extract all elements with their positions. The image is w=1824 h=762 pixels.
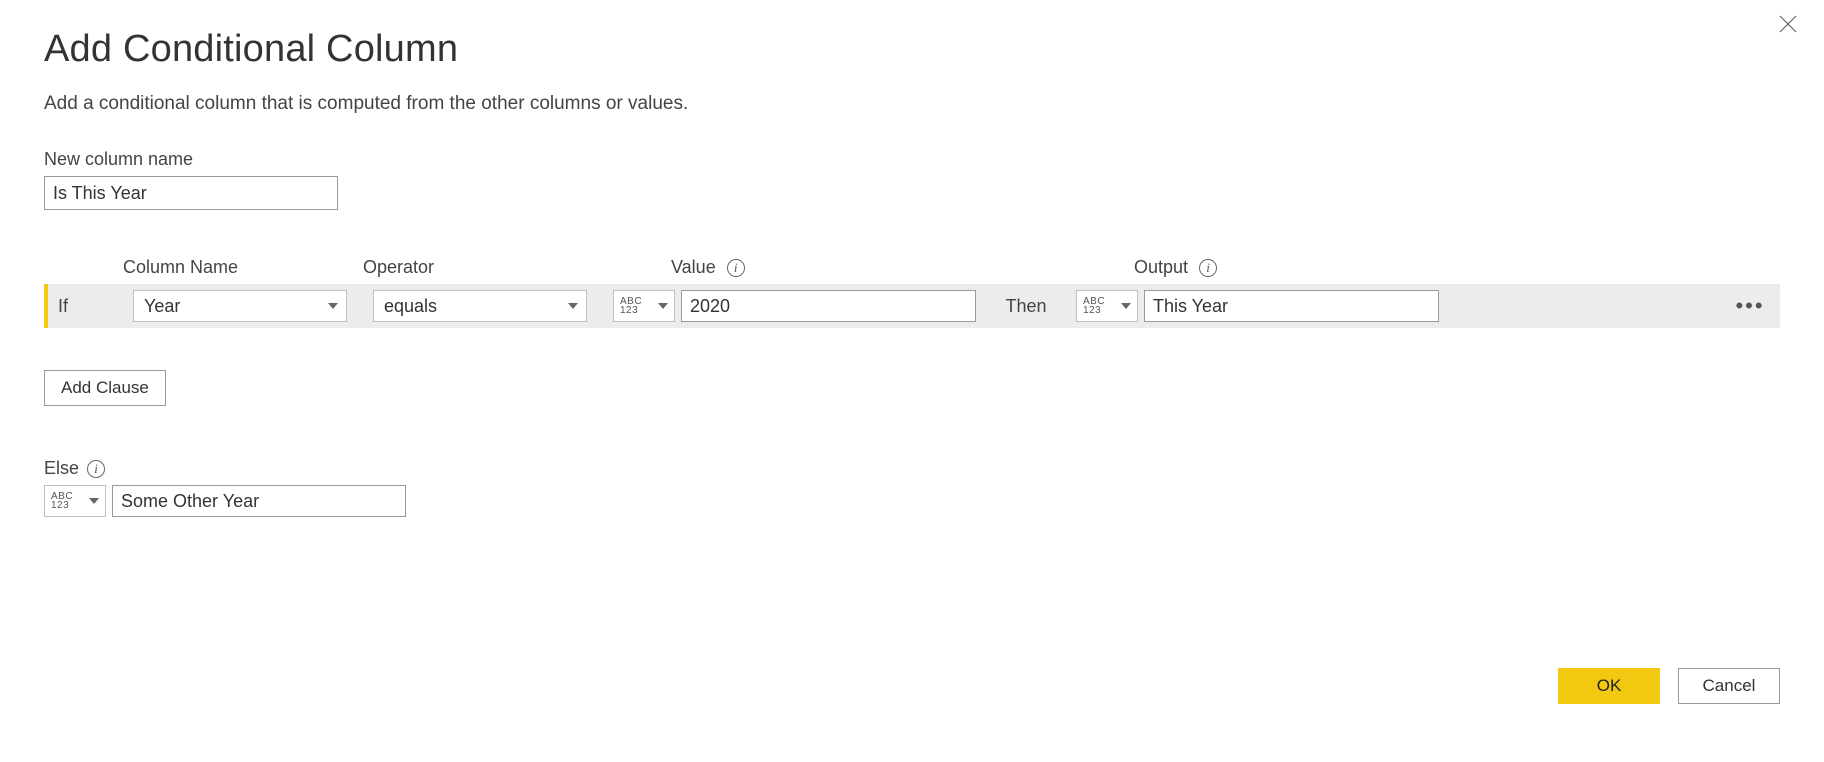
chevron-down-icon — [328, 303, 338, 309]
ok-button[interactable]: OK — [1558, 668, 1660, 704]
header-output-text: Output — [1134, 257, 1188, 277]
abc123-icon: ABC123 — [1083, 297, 1105, 315]
value-type-dropdown[interactable]: ABC123 — [613, 290, 675, 322]
info-icon[interactable]: i — [87, 460, 105, 478]
column-name-dropdown[interactable]: Year — [133, 290, 347, 322]
clause-row: If Year equals ABC123 Then ABC123 ••• — [44, 284, 1780, 328]
chevron-down-icon — [89, 498, 99, 504]
then-label: Then — [996, 296, 1056, 317]
dialog-body: Add Conditional Column Add a conditional… — [0, 0, 1824, 517]
dialog-subtitle: Add a conditional column that is compute… — [44, 93, 1780, 115]
output-type-dropdown[interactable]: ABC123 — [1076, 290, 1138, 322]
if-label: If — [48, 296, 133, 317]
info-icon[interactable]: i — [727, 259, 745, 277]
column-name-value: Year — [144, 296, 180, 317]
chevron-down-icon — [1121, 303, 1131, 309]
value-input[interactable] — [681, 290, 976, 322]
close-button[interactable] — [1776, 12, 1800, 36]
more-options-button[interactable]: ••• — [1720, 293, 1780, 319]
else-value-input[interactable] — [112, 485, 406, 517]
dialog-title: Add Conditional Column — [44, 28, 1780, 71]
operator-value: equals — [384, 296, 437, 317]
header-column-name: Column Name — [123, 257, 337, 278]
else-type-dropdown[interactable]: ABC123 — [44, 485, 106, 517]
else-label: Else — [44, 458, 79, 479]
else-section: Else i ABC123 — [44, 458, 1780, 517]
header-operator: Operator — [363, 257, 577, 278]
header-value-text: Value — [671, 257, 716, 277]
header-output: Output i — [1134, 257, 1429, 278]
chevron-down-icon — [658, 303, 668, 309]
output-input[interactable] — [1144, 290, 1439, 322]
clause-headers: Column Name Operator Value i Output i — [44, 250, 1780, 278]
operator-dropdown[interactable]: equals — [373, 290, 587, 322]
add-clause-button[interactable]: Add Clause — [44, 370, 166, 406]
info-icon[interactable]: i — [1199, 259, 1217, 277]
cancel-button[interactable]: Cancel — [1678, 668, 1780, 704]
dialog-footer: OK Cancel — [1558, 668, 1780, 704]
header-value: Value i — [671, 257, 966, 278]
abc123-icon: ABC123 — [51, 492, 73, 510]
new-column-name-label: New column name — [44, 149, 1780, 170]
new-column-name-input[interactable] — [44, 176, 338, 210]
chevron-down-icon — [568, 303, 578, 309]
abc123-icon: ABC123 — [620, 297, 642, 315]
